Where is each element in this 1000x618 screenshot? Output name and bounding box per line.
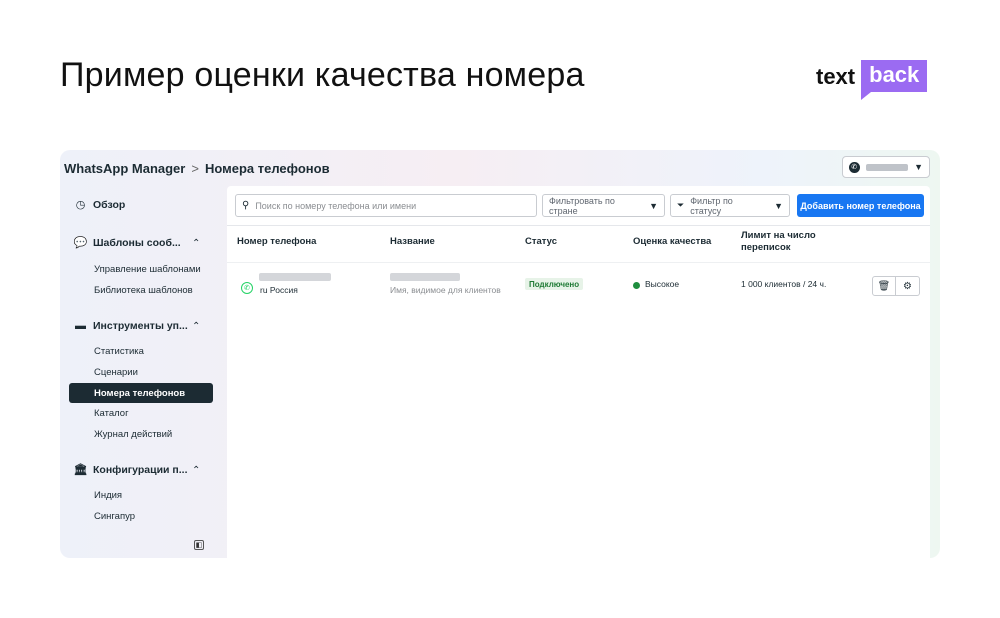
column-header-limit[interactable]: Лимит на число переписок [741, 230, 841, 254]
quality-indicator-dot [633, 282, 640, 289]
sidebar-subitem-catalog[interactable]: Каталог [94, 408, 129, 419]
filter-icon: ⏷ [677, 200, 685, 210]
chat-bubbles-icon: 💬 [73, 237, 88, 249]
sidebar-subitem-manage-templates[interactable]: Управление шаблонами [94, 264, 201, 275]
quality-rating: Высокое [645, 279, 680, 289]
add-phone-number-button[interactable]: Добавить номер телефона [797, 194, 924, 217]
brand-text: text [816, 64, 856, 89]
search-box[interactable]: ⚲ [235, 194, 537, 217]
sidebar-subitem-phone-numbers[interactable]: Номера телефонов [69, 383, 213, 403]
search-icon: ⚲ [242, 200, 250, 211]
chevron-up-icon[interactable]: ⌃ [192, 321, 200, 332]
column-header-name[interactable]: Название [390, 236, 435, 248]
sidebar: ◷ Обзор 💬 Шаблоны сооб... ⌃ Управление ш… [60, 186, 220, 558]
account-name-redacted [865, 163, 909, 171]
display-name-hint: Имя, видимое для клиентов [390, 285, 501, 295]
chevron-up-icon[interactable]: ⌃ [192, 465, 200, 476]
whatsapp-manager-screenshot: WhatsApp Manager > Номера телефонов ✆ ▼ … [60, 150, 940, 558]
toolbox-icon: ▬ [75, 319, 86, 332]
brand-back-tail [861, 92, 872, 100]
sidebar-item-label: Инструменты уп... [93, 319, 188, 332]
breadcrumb-separator: > [191, 160, 199, 176]
trash-icon: 🗑 [877, 280, 891, 292]
sidebar-subitem-statistics[interactable]: Статистика [94, 346, 144, 357]
messaging-limit: 1 000 клиентов / 24 ч. [741, 279, 827, 289]
sidebar-subitem-india[interactable]: Индия [94, 490, 122, 501]
slide-title: Пример оценки качества номера [60, 56, 585, 94]
sidebar-item-config[interactable]: 🏛 Конфигурации п... [73, 463, 188, 477]
sidebar-subitem-activity-log[interactable]: Журнал действий [94, 429, 172, 440]
search-input[interactable] [255, 200, 526, 211]
phone-country: ru Россия [260, 285, 298, 295]
brand-back: back [861, 60, 928, 92]
main-panel: ⚲ Фильтровать по стране ▼ ⏷ Фильтр по ст… [227, 186, 930, 558]
brand-back-badge: back [861, 60, 928, 100]
toolbar: ⚲ Фильтровать по стране ▼ ⏷ Фильтр по ст… [227, 186, 930, 226]
sidebar-item-label: Конфигурации п... [93, 463, 188, 476]
chevron-down-icon: ▼ [914, 162, 923, 172]
bank-icon: 🏛 [73, 464, 88, 476]
settings-button[interactable]: ⚙ [896, 276, 920, 296]
collapse-sidebar-icon[interactable]: ◧ [194, 540, 204, 550]
header-divider [227, 262, 930, 263]
status-filter-label: Фильтр по статусу [690, 195, 733, 216]
gear-icon: ⚙ [903, 280, 912, 292]
column-header-status[interactable]: Статус [525, 236, 557, 248]
country-filter-label: Фильтровать по стране [549, 195, 615, 216]
sidebar-item-tools[interactable]: ▬ Инструменты уп... [74, 319, 188, 332]
whatsapp-icon: ✆ [241, 282, 253, 294]
breadcrumb-root[interactable]: WhatsApp Manager [64, 161, 185, 176]
column-header-quality[interactable]: Оценка качества [633, 236, 711, 248]
textback-logo: text back [816, 60, 928, 100]
sidebar-item-label: Обзор [93, 198, 126, 211]
status-filter-dropdown[interactable]: ⏷ Фильтр по статусу ▼ [670, 194, 790, 217]
sidebar-item-overview[interactable]: ◷ Обзор [74, 198, 126, 212]
chevron-up-icon[interactable]: ⌃ [192, 238, 200, 249]
sidebar-item-templates[interactable]: 💬 Шаблоны сооб... [73, 236, 181, 250]
whatsapp-icon: ✆ [849, 161, 860, 173]
status-badge: Подключено [525, 278, 584, 290]
phone-number-redacted [259, 273, 331, 281]
display-name-redacted [390, 273, 460, 281]
sidebar-item-label: Шаблоны сооб... [93, 236, 181, 249]
clock-icon: ◷ [75, 199, 86, 211]
column-header-phone[interactable]: Номер телефона [237, 236, 316, 248]
country-filter-dropdown[interactable]: Фильтровать по стране ▼ [542, 194, 665, 217]
delete-button[interactable]: 🗑 [872, 276, 896, 296]
chevron-down-icon: ▼ [649, 200, 658, 211]
chevron-down-icon: ▼ [774, 200, 783, 211]
sidebar-subitem-singapore[interactable]: Сингапур [94, 511, 135, 522]
sidebar-subitem-scenarios[interactable]: Сценарии [94, 367, 138, 378]
sidebar-subitem-template-library[interactable]: Библиотека шаблонов [94, 285, 193, 296]
breadcrumb-current: Номера телефонов [204, 160, 330, 176]
account-selector[interactable]: ✆ ▼ [842, 156, 930, 178]
top-bar: WhatsApp Manager > Номера телефонов ✆ ▼ [60, 150, 940, 186]
